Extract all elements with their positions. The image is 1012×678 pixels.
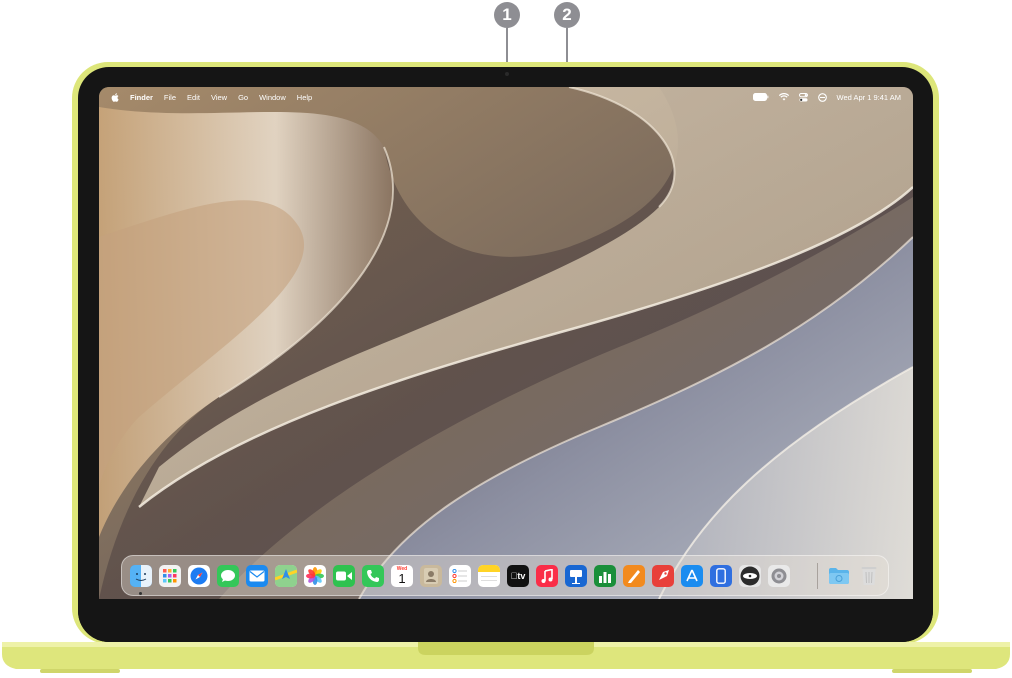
desktop-screen: Finder File Edit View Go Window Help Wed… (99, 87, 913, 599)
mail-icon[interactable] (246, 565, 268, 587)
calendar-icon[interactable]: Wed 1 (391, 565, 413, 587)
app-store-icon[interactable] (681, 565, 703, 587)
maps-icon[interactable] (275, 565, 297, 587)
testflight-icon[interactable] (652, 565, 674, 587)
menu-view[interactable]: View (211, 93, 227, 102)
keynote-icon[interactable] (565, 565, 587, 587)
callout-2-leader (566, 28, 568, 64)
laptop-base (2, 642, 1010, 673)
menu-file[interactable]: File (164, 93, 176, 102)
apple-menu-icon[interactable] (111, 92, 119, 102)
callout-2: 2 (554, 2, 580, 28)
finder-running-indicator (139, 592, 142, 595)
numbers-icon[interactable] (594, 565, 616, 587)
reminders-icon[interactable] (449, 565, 471, 587)
contacts-icon[interactable] (420, 565, 442, 587)
menu-help[interactable]: Help (297, 93, 312, 102)
music-icon[interactable] (536, 565, 558, 587)
wifi-icon[interactable] (778, 93, 789, 101)
calendar-day: 1 (398, 570, 406, 586)
battery-icon[interactable] (752, 93, 769, 101)
display-chin (78, 599, 933, 642)
tv-icon[interactable]: tv (507, 565, 529, 587)
safari-icon[interactable] (188, 565, 210, 587)
menu-clock[interactable]: Wed Apr 1 9:41 AM (837, 93, 901, 102)
focus-icon[interactable] (817, 92, 827, 102)
menu-bar: Finder File Edit View Go Window Help Wed… (99, 87, 913, 107)
dock-separator (817, 563, 818, 589)
launchpad-icon[interactable] (159, 565, 181, 587)
notes-icon[interactable] (478, 565, 500, 587)
menu-edit[interactable]: Edit (187, 93, 200, 102)
phone-icon[interactable] (362, 565, 384, 587)
camera (505, 72, 509, 76)
iphone-mirroring-icon[interactable] (710, 565, 732, 587)
menu-app-name[interactable]: Finder (130, 93, 153, 102)
messages-icon[interactable] (217, 565, 239, 587)
system-settings-icon[interactable] (768, 565, 790, 587)
pages-icon[interactable] (623, 565, 645, 587)
menu-go[interactable]: Go (238, 93, 248, 102)
trash-icon[interactable] (858, 565, 880, 587)
dock: Wed 1 tv (121, 555, 889, 596)
wallpaper (99, 87, 913, 599)
disk-utility-icon[interactable] (739, 565, 761, 587)
callout-1: 1 (494, 2, 520, 28)
control-center-icon[interactable] (798, 92, 808, 102)
menu-window[interactable]: Window (259, 93, 286, 102)
tv-label: tv (511, 571, 526, 581)
finder-icon[interactable] (130, 565, 152, 587)
photos-icon[interactable] (304, 565, 326, 587)
facetime-icon[interactable] (333, 565, 355, 587)
downloads-folder-icon[interactable] (828, 565, 850, 587)
